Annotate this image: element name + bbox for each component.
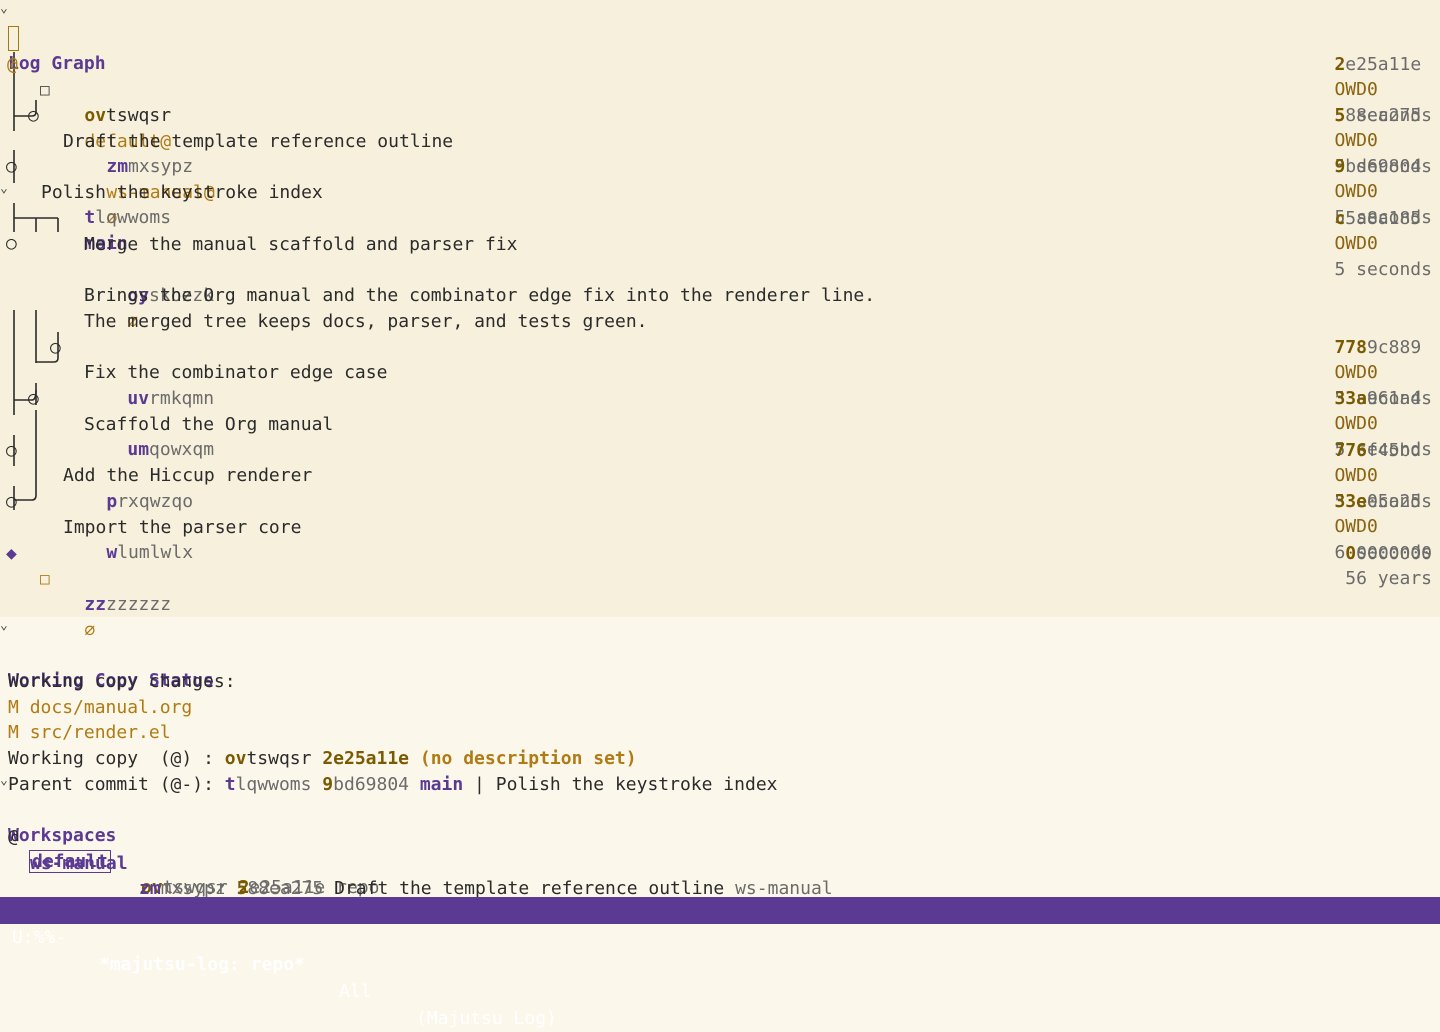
fold-chevron-icon[interactable]: ⌄	[0, 176, 8, 202]
working-copy-line: Working copy (@) : ovtswqsr 2e25a11e (no…	[0, 720, 1440, 769]
commit-row[interactable]: ○ uvrmkqmn 7789c889 OWD0 5 seconds	[0, 309, 1440, 409]
change-id-rest: zzzzzz	[106, 594, 172, 616]
parent-commit-line: Parent commit (@-): tlqwwoms 9bd69804 ma…	[0, 746, 1440, 795]
fold-chevron-icon[interactable]: ⌄	[0, 0, 8, 22]
fold-chevron-icon[interactable]: ⌄	[0, 768, 8, 794]
commit-description: Merge the manual scaffold and parser fix	[84, 233, 518, 255]
age: 56 years	[1345, 568, 1432, 590]
fold-chevron-icon[interactable]: ⌄	[0, 613, 8, 639]
workspace-row[interactable]: ws-manual zmmxsypz 588ea275 Draft the te…	[0, 825, 1440, 900]
commit-row[interactable]: @ ovtswqsr default@ 2e25a11e OWD0 5 seco…	[0, 26, 1440, 152]
scroll-position: All	[339, 981, 372, 1002]
commit-row[interactable]: ○ wlumlwlx 33e05a25 OWD0 6 seconds	[0, 463, 1440, 563]
commit-row[interactable]: ○ tlqwwoms main 9bd69804 OWD0 5 seconds	[0, 128, 1440, 254]
buffer-state: U:%%-	[12, 927, 67, 948]
author: OWD0	[1334, 233, 1378, 255]
log-graph-header[interactable]: ⌄L Log Graph	[0, 0, 1440, 74]
commit-row[interactable]: ○ umqowxqm 33a961a4 OWD0 5 seconds	[0, 360, 1440, 460]
commit-row[interactable]: ○ zmmxsypz ws-manual@ ∅ 588ea275 OWD0 5 …	[0, 77, 1440, 229]
commit-row[interactable]: ◆ zzzzzzzz ∅ 00000000 56 years	[0, 515, 1440, 641]
workspaces-header[interactable]: ⌄ Workspaces	[0, 772, 1440, 846]
changed-file-row[interactable]: M src/render.el	[0, 694, 1440, 743]
workspace-row[interactable]: @ default ovtswqsr 2e25a11e repo	[0, 798, 1440, 898]
major-mode[interactable]: (Majutsu Log)	[416, 1005, 557, 1032]
change-id-prefix: zz	[84, 594, 107, 616]
workspace-name[interactable]: ws-manual	[30, 851, 128, 877]
mode-line: U:%%- *majutsu-log: repo* All (Majutsu L…	[0, 897, 1440, 1029]
empty-box-icon: □	[40, 568, 50, 588]
buffer-name[interactable]: *majutsu-log: repo*	[99, 951, 305, 978]
commit-row[interactable]: ○ prxqwzqo 776f45bd OWD0 5 seconds	[0, 412, 1440, 512]
commit-row[interactable]: ⌄ ○ oyskozzk ∅ c5a8a185 OWD0 5 seconds	[0, 180, 1440, 332]
working-copy-status-header[interactable]: ⌄ Working Copy Status	[0, 617, 1440, 691]
changed-file-row[interactable]: M docs/manual.org	[0, 669, 1440, 718]
